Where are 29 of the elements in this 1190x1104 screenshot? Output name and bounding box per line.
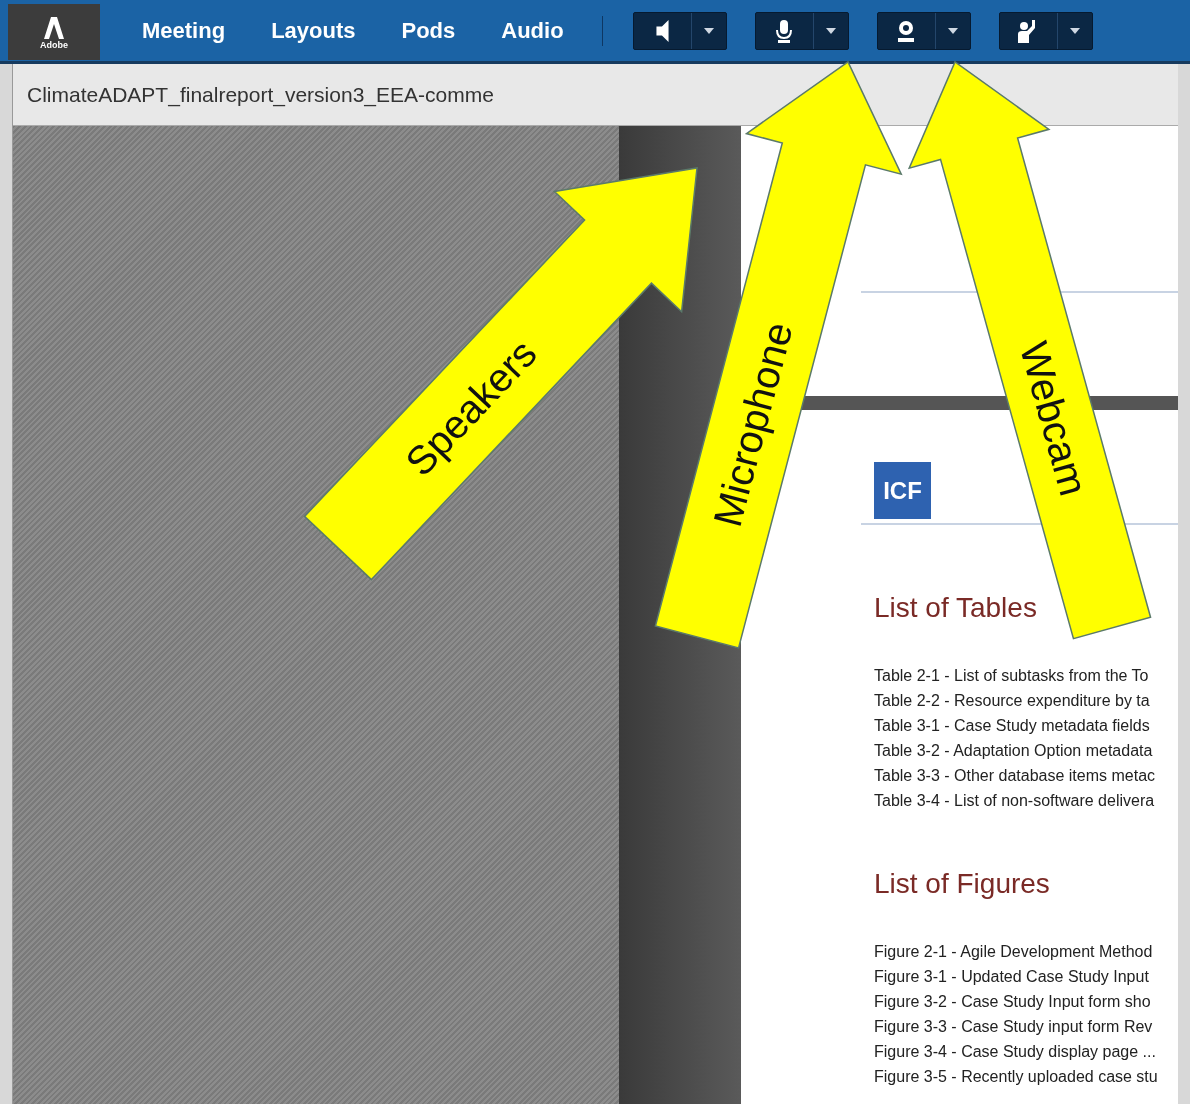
menu-item[interactable]: Audio (501, 14, 564, 47)
section-heading: List of Figures (874, 867, 1050, 901)
list-entry: Table 3-4 - List of non-software delivera (874, 791, 1155, 811)
list-entry: Figure 3-4 - Case Study display page ... (874, 1042, 1156, 1062)
section-heading: List of Tables (874, 591, 1037, 625)
caret-icon (1069, 27, 1080, 34)
list-entry: Figure 3-5 - Recently uploaded case stu (874, 1067, 1158, 1087)
menu-item[interactable]: Pods (401, 14, 456, 47)
caret-icon (825, 27, 836, 34)
list-entry: Figure 3-1 - Updated Case Study Input (874, 967, 1149, 987)
list-entry: Table 3-3 - Other database items metac (874, 766, 1156, 786)
list-entry: Table 3-1 - Case Study metadata fields (874, 716, 1150, 736)
list-entry: Figure 2-1 - Agile Development Method (874, 942, 1153, 962)
logo-icon (41, 14, 67, 41)
caret-icon (947, 27, 958, 34)
list-entry: Table 2-2 - Resource expenditure by ta (874, 691, 1150, 711)
caret-icon (703, 27, 714, 34)
list-entry: Table 2-1 - List of subtasks from the To (874, 666, 1149, 686)
list-entry: Figure 3-2 - Case Study Input form sho (874, 992, 1151, 1012)
speaker-icon (655, 19, 669, 42)
list-entry: Table 3-2 - Adaptation Option metadata (874, 741, 1153, 761)
document-title: ClimateADAPT_finalreport_version3_EEA-comme (27, 81, 494, 109)
list-entry: Figure 3-3 - Case Study input form Rev (874, 1017, 1153, 1037)
logo-text: Adobe (40, 40, 68, 50)
callout-label: Webcam (1011, 337, 1097, 501)
adobe-logo[interactable]: Adobe (8, 4, 100, 60)
company-logo: ICF (874, 462, 931, 519)
menu-item[interactable]: Meeting (142, 14, 226, 47)
menu-item[interactable]: Layouts (271, 14, 356, 47)
